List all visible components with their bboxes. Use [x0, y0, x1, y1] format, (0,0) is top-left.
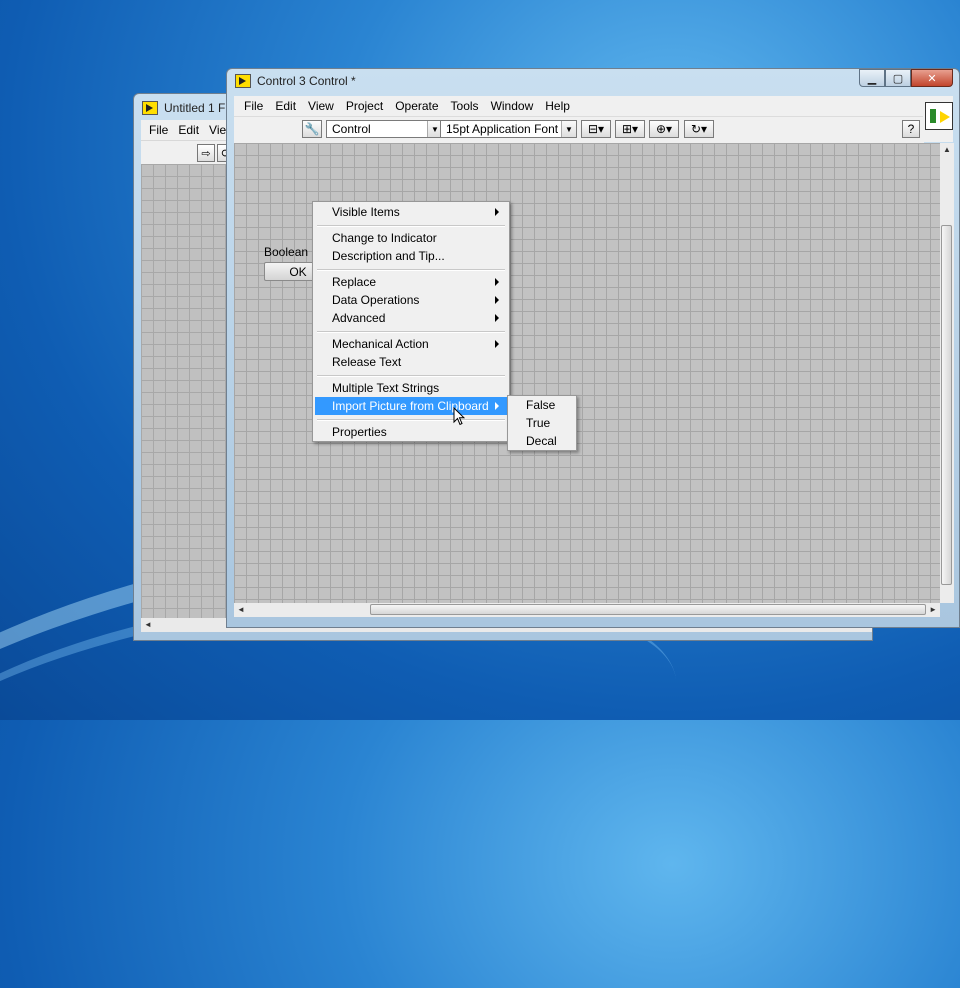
back-window-title: Untitled 1 Fr: [164, 101, 230, 115]
separator: [317, 331, 505, 333]
scroll-left-icon[interactable]: ◄: [237, 605, 245, 614]
menubar: File Edit View Project Operate Tools Win…: [234, 96, 928, 116]
scroll-left-icon[interactable]: ◄: [144, 620, 152, 629]
labview-app-icon: [142, 101, 158, 115]
separator: [317, 375, 505, 377]
back-window-titlebar[interactable]: Untitled 1 Fr: [142, 99, 229, 117]
front-window-title: Control 3 Control *: [257, 74, 356, 88]
minimize-button[interactable]: ▁: [859, 69, 885, 87]
ctx-description-and-tip[interactable]: Description and Tip...: [315, 247, 507, 265]
ctx-visible-items[interactable]: Visible Items: [315, 203, 507, 221]
menu-view[interactable]: View: [302, 99, 340, 113]
menu-tools[interactable]: Tools: [445, 99, 485, 113]
menu-project[interactable]: Project: [340, 99, 389, 113]
vertical-scrollbar[interactable]: ▲: [940, 143, 954, 603]
connector-pane: [923, 96, 953, 142]
horizontal-scrollbar[interactable]: ◄ ►: [234, 603, 940, 617]
mouse-cursor-icon: [453, 407, 465, 426]
labview-app-icon: [235, 74, 251, 88]
ctx-release-text[interactable]: Release Text: [315, 353, 507, 371]
reorder-icon[interactable]: ↻▾: [684, 120, 714, 138]
type-def-select[interactable]: Control ▼: [326, 120, 443, 138]
ctx-replace[interactable]: Replace: [315, 273, 507, 291]
ctx-advanced[interactable]: Advanced: [315, 309, 507, 327]
chevron-down-icon: ▼: [561, 121, 576, 137]
back-menu-file[interactable]: File: [149, 123, 168, 137]
maximize-button[interactable]: ▢: [885, 69, 911, 87]
submenu-arrow-icon: [495, 208, 499, 216]
submenu-true[interactable]: True: [510, 414, 574, 432]
run-arrow-icon[interactable]: ⇨: [197, 144, 215, 162]
import-picture-submenu: False True Decal: [507, 395, 577, 451]
ctx-data-operations[interactable]: Data Operations: [315, 291, 507, 309]
boolean-label: Boolean: [264, 245, 309, 259]
menu-window[interactable]: Window: [485, 99, 540, 113]
menu-operate[interactable]: Operate: [389, 99, 444, 113]
ctx-import-picture-from-clipboard[interactable]: Import Picture from Clipboard: [315, 397, 507, 415]
separator: [317, 269, 505, 271]
submenu-arrow-icon: [495, 402, 499, 410]
scroll-right-icon[interactable]: ►: [929, 605, 937, 614]
submenu-false[interactable]: False: [510, 396, 574, 414]
align-objects-icon[interactable]: ⊟▾: [581, 120, 611, 138]
submenu-decal[interactable]: Decal: [510, 432, 574, 450]
separator: [317, 419, 505, 421]
close-button[interactable]: ✕: [911, 69, 953, 87]
submenu-arrow-icon: [495, 278, 499, 286]
menu-edit[interactable]: Edit: [269, 99, 302, 113]
menu-file[interactable]: File: [238, 99, 269, 113]
front-window-titlebar[interactable]: Control 3 Control * ▁ ▢ ✕: [227, 69, 959, 95]
horizontal-scroll-thumb[interactable]: [370, 604, 926, 615]
context-help-icon[interactable]: ?: [902, 120, 920, 138]
type-def-select-value: Control: [332, 122, 371, 136]
ctx-properties[interactable]: Properties: [315, 423, 507, 441]
ctx-change-to-indicator[interactable]: Change to Indicator: [315, 229, 507, 247]
caption-buttons: ▁ ▢ ✕: [859, 69, 953, 87]
vertical-scroll-thumb[interactable]: [941, 225, 952, 585]
distribute-objects-icon[interactable]: ⊞▾: [615, 120, 645, 138]
back-menu-edit[interactable]: Edit: [178, 123, 199, 137]
toolbar: 🔧 Control ▼ 15pt Application Font ▼ ⊟▾ ⊞…: [234, 116, 924, 143]
ctx-multiple-text-strings[interactable]: Multiple Text Strings: [315, 379, 507, 397]
separator: [317, 225, 505, 227]
menu-help[interactable]: Help: [539, 99, 576, 113]
connector-icon: [930, 109, 936, 123]
submenu-arrow-icon: [495, 340, 499, 348]
submenu-arrow-icon: [495, 296, 499, 304]
ctx-mechanical-action[interactable]: Mechanical Action: [315, 335, 507, 353]
font-select[interactable]: 15pt Application Font ▼: [440, 120, 577, 138]
wrench-icon[interactable]: 🔧: [302, 120, 322, 138]
vi-icon[interactable]: [925, 102, 953, 130]
back-menu-view[interactable]: Vie: [209, 123, 226, 137]
run-arrow-icon: [940, 111, 950, 123]
context-menu: Visible Items Change to Indicator Descri…: [312, 201, 510, 442]
submenu-arrow-icon: [495, 314, 499, 322]
scroll-up-icon[interactable]: ▲: [943, 145, 951, 154]
font-select-value: 15pt Application Font: [446, 122, 559, 136]
resize-objects-icon[interactable]: ⊕▾: [649, 120, 679, 138]
